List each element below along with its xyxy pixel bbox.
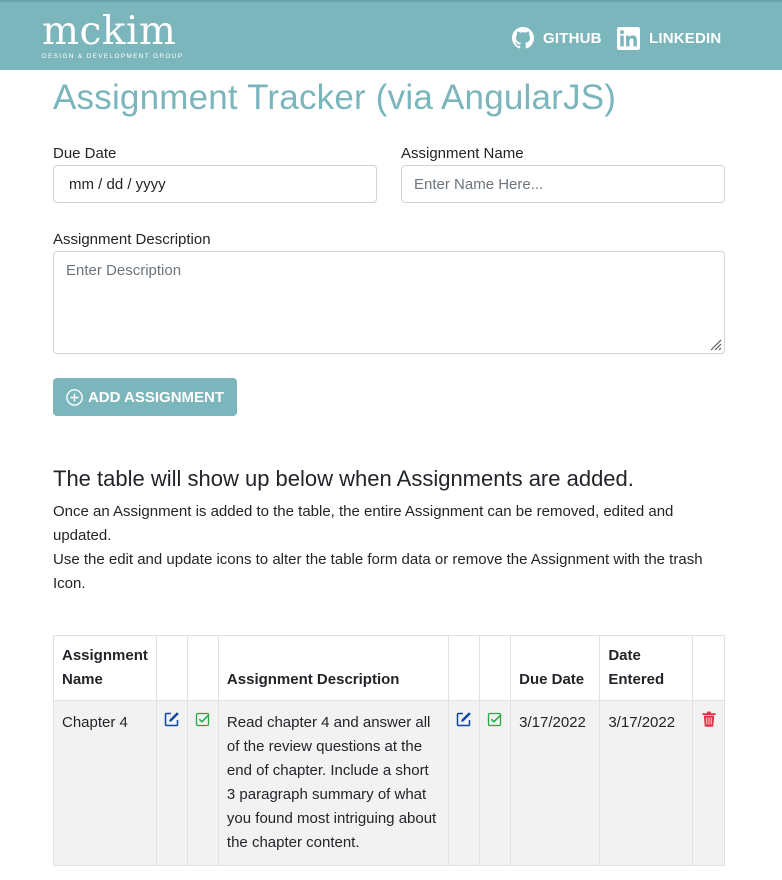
info-paragraph-1: Once an Assignment is added to the table… (53, 503, 674, 544)
nav-github-label: GITHUB (543, 29, 602, 47)
remove-assignment-button[interactable] (702, 711, 716, 735)
header-assignment-description: Assignment Description (217, 635, 450, 701)
assignment-name-label: Assignment Name (401, 145, 524, 162)
header-assignment-name: Assignment Name (53, 635, 157, 701)
linkedin-icon (617, 27, 640, 50)
update-description-button[interactable] (487, 711, 503, 735)
page-title: Assignment Tracker (via AngularJS) (53, 78, 617, 117)
cell-edit-name (155, 700, 188, 866)
edit-description-button[interactable] (456, 711, 472, 735)
cell-assignment-description: Read chapter 4 and answer all of the rev… (217, 700, 450, 866)
info-paragraph-2: Use the edit and update icons to alter t… (53, 551, 703, 592)
due-date-input[interactable]: mm / dd / yyyy (53, 165, 377, 203)
cell-edit-description (448, 700, 481, 866)
edit-name-button[interactable] (164, 711, 180, 735)
trash-icon (702, 711, 716, 727)
add-assignment-label: ADD ASSIGNMENT (87, 388, 225, 406)
check-square-icon (487, 712, 502, 727)
edit-icon (456, 712, 471, 727)
brand-logo[interactable]: mckim DESIGN & DEVELOPMENT GROUP (42, 12, 183, 61)
cell-assignment-name: Chapter 4 (53, 700, 157, 866)
header-spacer (479, 635, 512, 701)
cell-date-entered: 3/17/2022 (599, 700, 694, 866)
cell-remove (692, 700, 725, 866)
plus-circle-icon (66, 388, 83, 406)
navbar: mckim DESIGN & DEVELOPMENT GROUP GITHUB … (0, 0, 782, 70)
cell-update-description (479, 700, 512, 866)
resize-grip-icon[interactable] (709, 338, 722, 351)
check-square-icon (195, 712, 210, 727)
header-spacer (692, 635, 725, 701)
info-heading: The table will show up below when Assign… (53, 466, 634, 491)
github-icon (512, 27, 534, 49)
assignment-description-label: Assignment Description (53, 231, 211, 248)
table-row: Chapter 4 Read chapter 4 and answer all … (53, 700, 725, 866)
header-date-entered: Date Entered (599, 635, 694, 701)
header-spacer (155, 635, 188, 701)
brand-tagline: DESIGN & DEVELOPMENT GROUP (42, 53, 184, 60)
assignment-table: Assignment Name Assignment Description D… (53, 635, 725, 866)
assignment-name-input[interactable] (401, 165, 725, 203)
update-name-button[interactable] (195, 711, 211, 735)
nav-linkedin-link[interactable]: LINKEDIN (617, 27, 721, 50)
cell-due-date: 3/17/2022 (510, 700, 601, 866)
header-spacer (186, 635, 219, 701)
assignment-description-input[interactable] (53, 251, 725, 354)
header-spacer (448, 635, 481, 701)
due-date-label: Due Date (53, 145, 117, 162)
nav-github-link[interactable]: GITHUB (512, 27, 602, 49)
add-assignment-button[interactable]: ADD ASSIGNMENT (53, 378, 237, 416)
brand-name: mckim (42, 9, 177, 54)
nav-linkedin-label: LINKEDIN (649, 30, 722, 47)
edit-icon (164, 712, 179, 727)
table-header-row: Assignment Name Assignment Description D… (53, 635, 725, 701)
header-due-date: Due Date (510, 635, 601, 701)
cell-update-name (186, 700, 219, 866)
